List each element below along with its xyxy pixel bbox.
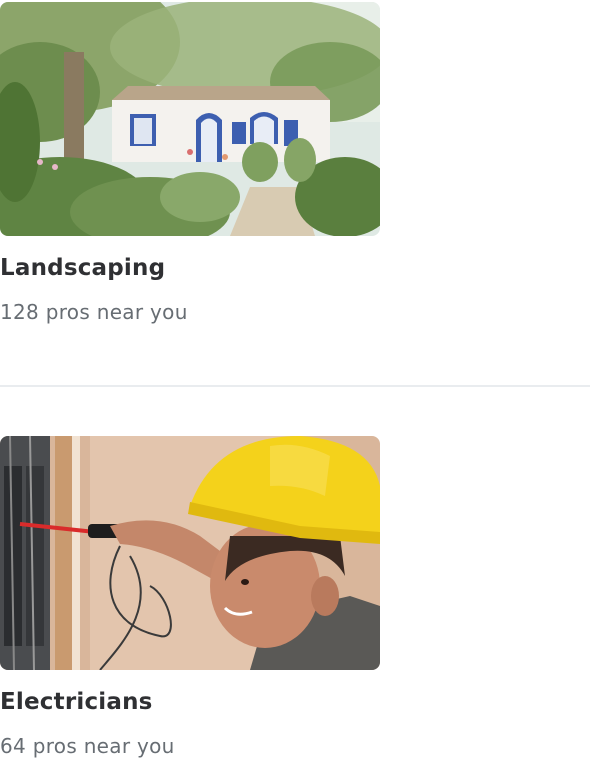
category-list: Landscaping 128 pros near you Electricia… <box>0 0 590 771</box>
pro-count: 64 pros near you <box>0 734 175 758</box>
divider <box>0 385 590 387</box>
pro-count: 128 pros near you <box>0 300 188 324</box>
category-title[interactable]: Electricians <box>0 687 380 717</box>
landscaping-photo-icon[interactable] <box>0 2 380 236</box>
category-title[interactable]: Landscaping <box>0 253 380 283</box>
electrician-photo-icon[interactable] <box>0 436 380 670</box>
category-card-electricians[interactable]: Electricians 64 pros near you <box>0 436 380 759</box>
category-card-landscaping[interactable]: Landscaping 128 pros near you <box>0 2 380 325</box>
